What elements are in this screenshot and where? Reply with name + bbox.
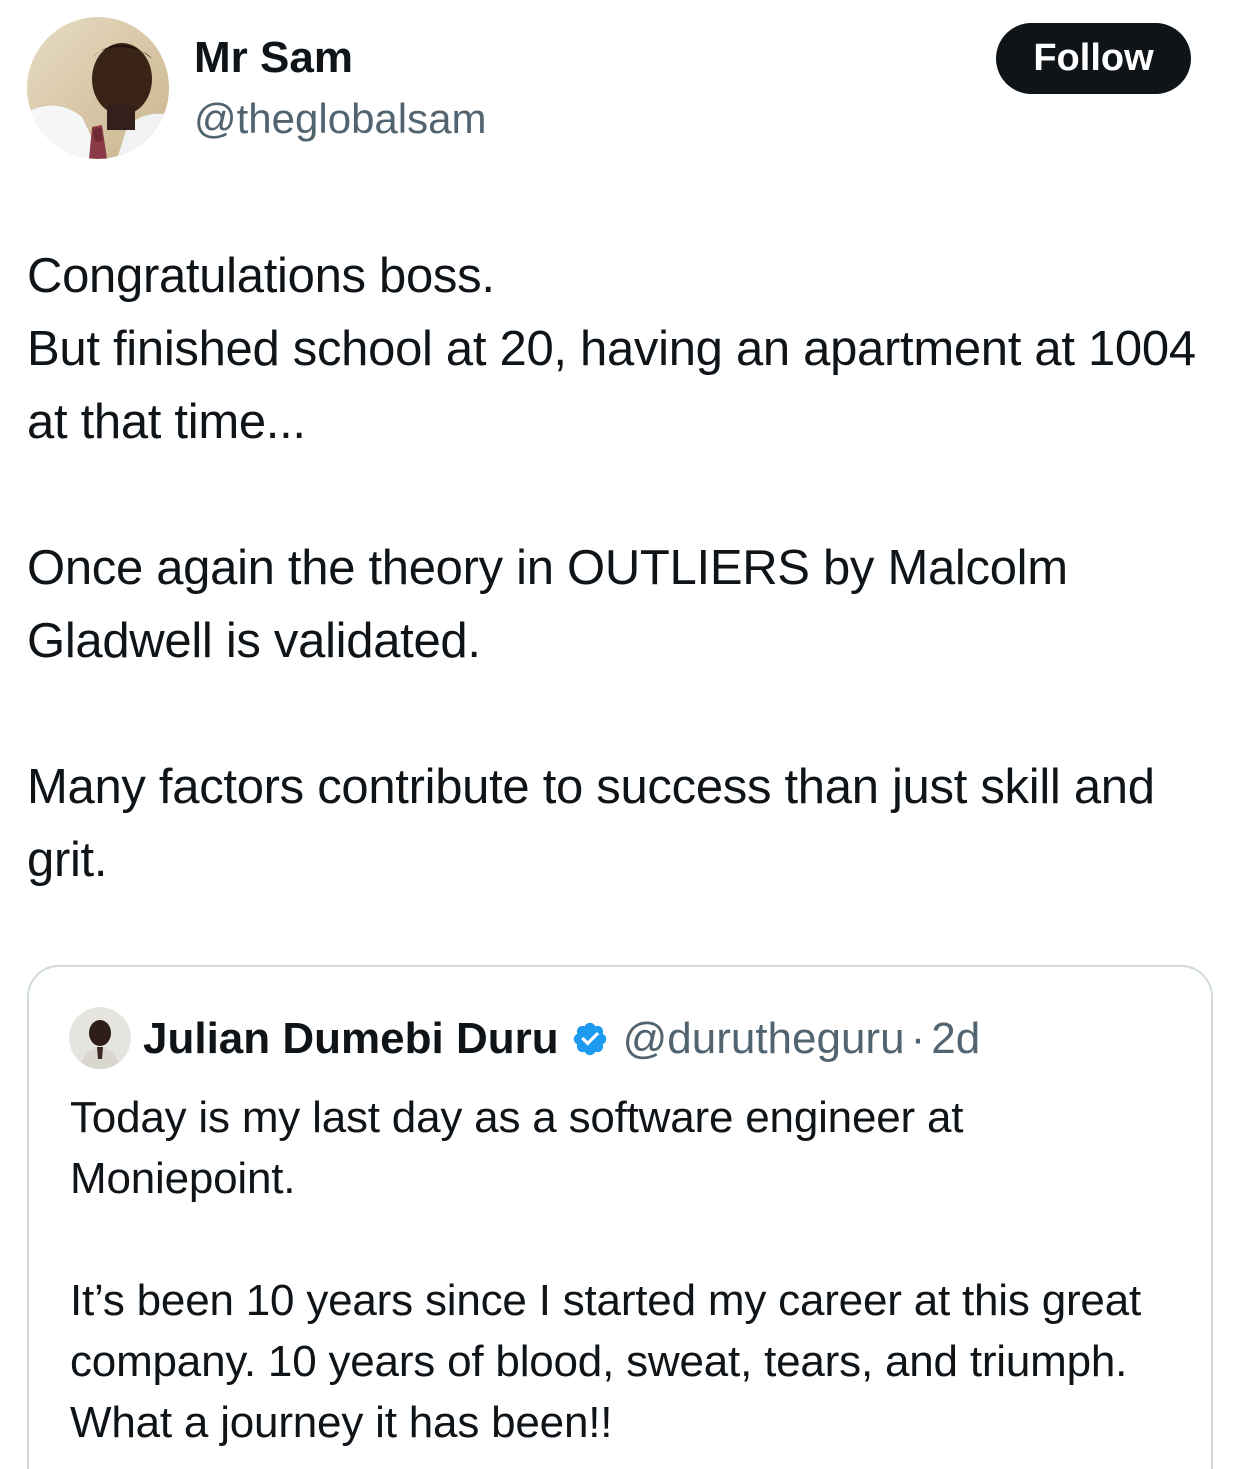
quoted-author-avatar[interactable] — [69, 1007, 131, 1069]
avatar-photo-icon — [27, 17, 169, 159]
quoted-tweet-header: Julian Dumebi Duru @durutheguru · 2d — [143, 1013, 980, 1065]
verified-badge-icon — [571, 1020, 609, 1058]
author-handle[interactable]: @theglobalsam — [194, 98, 486, 140]
follow-button[interactable]: Follow — [996, 23, 1191, 94]
tweet-paragraph: Congratulations boss. But finished schoo… — [27, 249, 1196, 449]
separator-dot: · — [910, 1014, 926, 1063]
quoted-avatar-photo-icon — [69, 1007, 131, 1069]
quoted-tweet-timestamp[interactable]: 2d — [931, 1013, 980, 1065]
quoted-author-handle[interactable]: @durutheguru — [623, 1013, 905, 1065]
quoted-tweet-paragraph: Today is my last day as a software engin… — [70, 1093, 964, 1203]
author-avatar[interactable] — [27, 17, 169, 159]
author-display-name[interactable]: Mr Sam — [194, 36, 353, 80]
follow-button-label: Follow — [1033, 37, 1154, 79]
tweet-paragraph: Once again the theory in OUTLIERS by Mal… — [27, 541, 1068, 668]
quoted-tweet-text: Today is my last day as a software engin… — [70, 1087, 1190, 1453]
quoted-author-display-name[interactable]: Julian Dumebi Duru — [143, 1013, 559, 1065]
tweet-text: Congratulations boss. But finished schoo… — [27, 240, 1227, 897]
quoted-tweet-paragraph: It’s been 10 years since I started my ca… — [70, 1276, 1141, 1447]
tweet-paragraph: Many factors contribute to success than … — [27, 760, 1155, 887]
quoted-tweet-card[interactable]: Julian Dumebi Duru @durutheguru · 2d Tod… — [27, 965, 1213, 1469]
